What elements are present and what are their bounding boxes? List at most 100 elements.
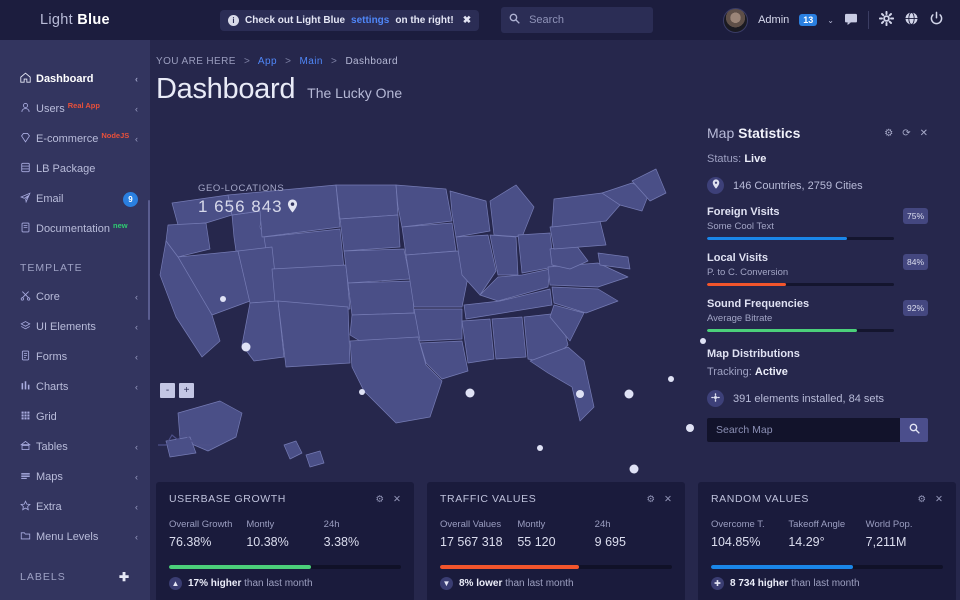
chevron-left-icon[interactable]: ‹: [135, 532, 138, 542]
power-icon[interactable]: [929, 11, 944, 29]
chevron-left-icon[interactable]: ‹: [135, 472, 138, 482]
gear-icon[interactable]: ⚙: [376, 494, 385, 505]
progress-percent-badge: 75%: [903, 208, 928, 224]
sidebar-tag-new: new: [113, 221, 128, 230]
gear-icon[interactable]: ⚙: [884, 128, 893, 139]
breadcrumb-link-app[interactable]: App: [258, 56, 277, 67]
close-icon[interactable]: ✕: [935, 494, 943, 505]
close-icon[interactable]: ✖: [463, 15, 471, 26]
sidebar-item-ui-elements[interactable]: UI Elements ‹: [0, 312, 150, 342]
status-row: Status: Live: [707, 153, 928, 165]
refresh-icon[interactable]: ⟳: [902, 128, 910, 139]
folder-icon: [20, 530, 36, 544]
close-icon[interactable]: ✕: [664, 494, 672, 505]
gear-icon[interactable]: ⚙: [918, 494, 927, 505]
zoom-in-button[interactable]: +: [179, 383, 194, 398]
sidebar-label: Maps: [36, 471, 63, 483]
sidebar-item-lb-package[interactable]: LB Package: [0, 154, 150, 184]
close-icon[interactable]: ✕: [393, 494, 401, 505]
chevron-left-icon[interactable]: ‹: [135, 104, 138, 114]
sidebar-item-maps[interactable]: Maps ‹: [0, 462, 150, 492]
sidebar-item-email[interactable]: Email 9: [0, 184, 150, 214]
database-icon: [20, 162, 36, 176]
progress-fill: [707, 283, 786, 286]
sidebar-item-charts[interactable]: Charts ‹: [0, 372, 150, 402]
sidebar-item-menu-levels[interactable]: Menu Levels ‹: [0, 522, 150, 552]
stat-cards-row: USERBASE GROWTH ⚙ ✕ Overall Growth 76.38…: [156, 482, 956, 600]
progress-percent-badge: 84%: [903, 254, 928, 270]
search-map-input[interactable]: [707, 418, 900, 442]
metric: Overall Growth 76.38%: [169, 519, 246, 549]
sidebar-item-core[interactable]: Core ‹: [0, 282, 150, 312]
add-label-icon[interactable]: ✚: [119, 570, 130, 584]
gear-icon[interactable]: [879, 11, 894, 29]
avatar[interactable]: [723, 8, 748, 33]
metric: 24h 3.38%: [324, 519, 401, 549]
sidebar-section-template: TEMPLATE: [0, 244, 150, 282]
progress-title: Sound Frequencies: [707, 298, 894, 310]
metric-label: Overcome T.: [711, 519, 788, 530]
notice-banner[interactable]: i Check out Light Blue settings on the r…: [220, 10, 479, 31]
sidebar-item-documentation[interactable]: Documentation new: [0, 214, 150, 244]
chevron-left-icon[interactable]: ‹: [135, 322, 138, 332]
chevron-left-icon[interactable]: ‹: [135, 502, 138, 512]
metric-value: 55 120: [517, 535, 594, 549]
geo-map[interactable]: GEO-LOCATIONS 1 656 843: [150, 145, 710, 495]
chevron-left-icon[interactable]: ‹: [135, 74, 138, 84]
chat-icon[interactable]: [844, 13, 858, 28]
breadcrumb-link-main[interactable]: Main: [300, 56, 323, 67]
sidebar-label: Extra: [36, 501, 62, 513]
sidebar-label: Forms: [36, 351, 67, 363]
chevron-left-icon[interactable]: ‹: [135, 292, 138, 302]
sidebar-item-grid[interactable]: Grid: [0, 402, 150, 432]
chevron-left-icon[interactable]: ‹: [135, 352, 138, 362]
card-header-icons: ⚙ ✕: [918, 494, 944, 505]
search-map-group[interactable]: [707, 418, 928, 442]
card-foot-rest: than last month: [788, 578, 859, 589]
global-search[interactable]: [501, 7, 653, 33]
map-zoom-controls[interactable]: - +: [160, 383, 194, 398]
sidebar-item-tables[interactable]: Tables ‹: [0, 432, 150, 462]
username-label: Admin: [758, 14, 789, 26]
diamond-icon: [20, 132, 36, 146]
brand-logo[interactable]: Light Blue: [0, 12, 150, 28]
layers-icon: [20, 320, 36, 334]
sidebar-item-dashboard[interactable]: Dashboard ‹: [0, 64, 150, 94]
metric-value: 10.38%: [246, 535, 323, 549]
search-icon: [509, 13, 520, 27]
progress-track: [707, 283, 894, 286]
divider: [868, 11, 869, 29]
card-progress-fill: [711, 565, 853, 569]
metric-value: 7,211M: [866, 535, 943, 549]
chevron-left-icon[interactable]: ‹: [135, 442, 138, 452]
zoom-out-button[interactable]: -: [160, 383, 175, 398]
sidebar-item-extra[interactable]: Extra ‹: [0, 492, 150, 522]
search-input[interactable]: [529, 14, 645, 26]
close-icon[interactable]: ✕: [920, 128, 928, 139]
topbar-center: i Check out Light Blue settings on the r…: [150, 7, 723, 33]
paper-plane-icon: [20, 192, 36, 206]
metric-value: 76.38%: [169, 535, 246, 549]
metric: Takeoff Angle 14.29°: [788, 519, 865, 549]
metric-value: 3.38%: [324, 535, 401, 549]
sidebar-item-users[interactable]: Users Real App ‹: [0, 94, 150, 124]
notice-settings-link[interactable]: settings: [351, 15, 389, 26]
table-icon: [20, 440, 36, 454]
stats-title-light: Map: [707, 125, 738, 141]
metric-label: Montly: [517, 519, 594, 530]
sidebar-section-labels: LABELS ✚: [0, 552, 150, 592]
sidebar-label: Dashboard: [36, 73, 93, 85]
notification-count-badge[interactable]: 13: [799, 14, 817, 26]
gear-icon[interactable]: ⚙: [647, 494, 656, 505]
search-map-button[interactable]: [900, 418, 928, 442]
notice-pre-text: Check out Light Blue: [245, 15, 345, 26]
sidebar-item-forms[interactable]: Forms ‹: [0, 342, 150, 372]
breadcrumb-separator: >: [244, 56, 250, 67]
sidebar-label: Core: [36, 291, 60, 303]
chevron-left-icon[interactable]: ‹: [135, 134, 138, 144]
chevron-down-icon[interactable]: ⌄: [827, 16, 834, 25]
globe-icon[interactable]: [904, 11, 919, 29]
sidebar-item-ecommerce[interactable]: E-commerce NodeJS ‹: [0, 124, 150, 154]
breadcrumb-prefix: YOU ARE HERE: [156, 56, 236, 67]
chevron-left-icon[interactable]: ‹: [135, 382, 138, 392]
